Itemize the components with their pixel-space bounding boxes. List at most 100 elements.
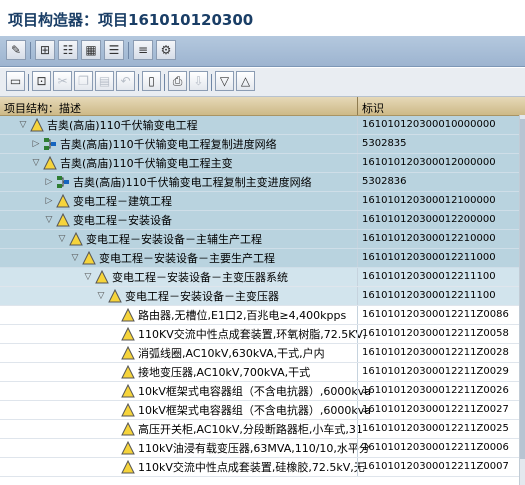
export-icon[interactable]: ⇩	[189, 71, 208, 91]
column-header-id[interactable]: 标识	[362, 100, 384, 116]
wbs-element-icon	[121, 308, 135, 322]
collapse-arrow-icon[interactable]: ▽	[96, 291, 106, 301]
column-divider	[357, 306, 358, 324]
tree-row[interactable]: 110kV油浸有载变压器,63MVA,110/10,水平分 16101012030…	[0, 439, 519, 458]
tree-row[interactable]: ▽ 吉奥(高庙)110千伏输变电工程 161010120300010000000	[0, 116, 519, 135]
node-description: 10kV框架式电容器组（不含电抗器）,6000kva	[138, 404, 372, 417]
create-icon[interactable]: ⊡	[32, 71, 51, 91]
tree-row[interactable]: ▷ 吉奥(高庙)110千伏输变电工程复制进度网络 5302835	[0, 135, 519, 154]
separator	[28, 74, 29, 91]
column-divider	[357, 268, 358, 286]
tree-node[interactable]: ▽ 变电工程－安装设备	[44, 211, 172, 229]
tree-row[interactable]: 接地变压器,AC10kV,700kVA,干式 161010120300012211…	[0, 363, 519, 382]
cut-icon[interactable]: ✂	[53, 71, 72, 91]
tree-node[interactable]: 10kV框架式电容器组（不含电抗器）,6000kva	[109, 401, 371, 419]
delete-icon[interactable]: ▯	[142, 71, 161, 91]
collapse-arrow-icon[interactable]: ▽	[57, 234, 67, 244]
node-identifier: 161010120300010000000	[362, 119, 496, 130]
title-bar: 项目构造器：项目161010120300	[0, 0, 525, 36]
tree-node[interactable]: ▷ 变电工程－建筑工程	[44, 192, 172, 210]
sort-icon[interactable]: △	[236, 71, 255, 91]
tree-node[interactable]: 110kV交流中性点成套装置,硅橡胶,72.5kV,无	[109, 458, 365, 476]
tree-row[interactable]: 110kV交流中性点成套装置,硅橡胶,72.5kV,无 1610101203000…	[0, 458, 519, 477]
tree-row[interactable]: 路由器,无槽位,E1口2,百兆电≥4,400kpps 16101012030001…	[0, 306, 519, 325]
wbs-element-icon	[121, 441, 135, 455]
tree-node[interactable]: 高压开关柜,AC10kV,分段断路器柜,小车式,31	[109, 420, 363, 438]
tree-node[interactable]: ▽ 变电工程－安装设备－主变压器	[96, 287, 279, 305]
tree-node[interactable]: ▽ 变电工程－安装设备－主变压器系统	[83, 268, 288, 286]
undo-icon[interactable]: ↶	[116, 71, 135, 91]
window-title: 项目构造器：项目161010120300	[8, 11, 254, 29]
node-identifier: 161010120300012211100	[362, 271, 496, 282]
column-divider	[357, 192, 358, 210]
node-description: 110kV油浸有载变压器,63MVA,110/10,水平分	[138, 442, 370, 455]
column-divider	[357, 287, 358, 305]
column-divider	[357, 116, 358, 134]
tree-node[interactable]: ▽ 变电工程－安装设备－主辅生产工程	[57, 230, 262, 248]
tree-node[interactable]: 10kV框架式电容器组（不含电抗器）,6000kva	[109, 382, 371, 400]
document-icon[interactable]: ≡	[133, 40, 153, 60]
tree-node[interactable]: 接地变压器,AC10kV,700kVA,干式	[109, 363, 310, 381]
column-divider[interactable]	[357, 97, 358, 115]
tree-node[interactable]: 消弧线圈,AC10kV,630kVA,干式,户内	[109, 344, 325, 362]
grid-icon[interactable]: ▦	[81, 40, 101, 60]
tree-row[interactable]: ▽ 变电工程－安装设备 161010120300012200000	[0, 211, 519, 230]
tree-row[interactable]: ▷ 变电工程－建筑工程 161010120300012100000	[0, 192, 519, 211]
tree-node[interactable]: ▷ 吉奥(高庙)110千伏输变电工程复制主变进度网络	[44, 173, 312, 191]
tree-row[interactable]: ▽ 吉奥(高庙)110千伏输变电工程主变 161010120300012000000	[0, 154, 519, 173]
tree-row[interactable]: 10kV框架式电容器组（不含电抗器）,6000kva 16101012030001…	[0, 382, 519, 401]
tree-node[interactable]: ▷ 吉奥(高庙)110千伏输变电工程复制进度网络	[31, 135, 277, 153]
settings-icon[interactable]: ⚙	[156, 40, 176, 60]
wbs-element-icon	[121, 422, 135, 436]
node-identifier: 161010120300012211Z0026	[362, 385, 509, 396]
tree-node[interactable]: 110KV交流中性点成套装置,环氧树脂,72.5KV,	[109, 325, 366, 343]
node-identifier: 161010120300012211Z0086	[362, 309, 509, 320]
print-icon[interactable]: ⎙	[168, 71, 187, 91]
vertical-scrollbar[interactable]	[519, 115, 525, 485]
node-description: 吉奥(高庙)110千伏输变电工程	[47, 119, 198, 132]
scrollbar-thumb[interactable]	[520, 119, 525, 459]
filter-icon[interactable]: ▽	[215, 71, 234, 91]
node-identifier: 161010120300012211100	[362, 290, 496, 301]
collapse-arrow-icon[interactable]: ▽	[83, 272, 93, 282]
tree-header: 项目结构：描述 标识	[0, 97, 525, 116]
collapse-arrow-icon[interactable]: ▽	[31, 158, 41, 168]
node-identifier: 161010120300012211Z0025	[362, 423, 509, 434]
tree-row[interactable]: 10kV框架式电容器组（不含电抗器）,6000kva 16101012030001…	[0, 401, 519, 420]
project-icon[interactable]: ☷	[58, 40, 78, 60]
edit-icon[interactable]: ✎	[6, 40, 26, 60]
expand-arrow-icon[interactable]: ▷	[44, 177, 54, 187]
list-icon[interactable]: ☰	[104, 40, 124, 60]
tree-node[interactable]: ▽ 吉奥(高庙)110千伏输变电工程主变	[31, 154, 233, 172]
expand-arrow-icon[interactable]: ▷	[44, 196, 54, 206]
open-icon[interactable]: ▭	[6, 71, 25, 91]
column-header-description[interactable]: 项目结构：描述	[4, 100, 81, 116]
tree-node[interactable]: ▽ 变电工程－安装设备－主要生产工程	[70, 249, 275, 267]
collapse-arrow-icon[interactable]: ▽	[70, 253, 80, 263]
tree-row[interactable]: ▷ 吉奥(高庙)110千伏输变电工程复制主变进度网络 5302836	[0, 173, 519, 192]
separator	[211, 74, 212, 91]
paste-icon[interactable]: ▤	[95, 71, 114, 91]
collapse-arrow-icon[interactable]: ▽	[18, 120, 28, 130]
tree-node[interactable]: ▽ 吉奥(高庙)110千伏输变电工程	[18, 116, 198, 134]
column-divider	[357, 344, 358, 362]
node-identifier: 161010120300012211Z0006	[362, 442, 509, 453]
collapse-arrow-icon[interactable]: ▽	[44, 215, 54, 225]
copy-icon[interactable]: ❐	[74, 71, 93, 91]
tree-row[interactable]: ▽ 变电工程－安装设备－主变压器系统 161010120300012211100	[0, 268, 519, 287]
tree-node[interactable]: 路由器,无槽位,E1口2,百兆电≥4,400kpps	[109, 306, 346, 324]
node-description: 110kV交流中性点成套装置,硅橡胶,72.5kV,无	[138, 461, 365, 474]
tree-row[interactable]: ▽ 变电工程－安装设备－主辅生产工程 161010120300012210000	[0, 230, 519, 249]
expand-arrow-icon[interactable]: ▷	[31, 139, 41, 149]
separator	[164, 74, 165, 91]
tree-row[interactable]: ▽ 变电工程－安装设备－主要生产工程 161010120300012211000	[0, 249, 519, 268]
node-identifier: 161010120300012211Z0058	[362, 328, 509, 339]
tree-node[interactable]: 110kV油浸有载变压器,63MVA,110/10,水平分	[109, 439, 370, 457]
tree-row[interactable]: 高压开关柜,AC10kV,分段断路器柜,小车式,31 16101012030001…	[0, 420, 519, 439]
column-divider	[357, 249, 358, 267]
tree-row[interactable]: 消弧线圈,AC10kV,630kVA,干式,户内 1610101203000122…	[0, 344, 519, 363]
structure-icon[interactable]: ⊞	[35, 40, 55, 60]
wbs-element-icon	[121, 365, 135, 379]
tree-row[interactable]: ▽ 变电工程－安装设备－主变压器 161010120300012211100	[0, 287, 519, 306]
tree-row[interactable]: 110KV交流中性点成套装置,环氧树脂,72.5KV, 1610101203000…	[0, 325, 519, 344]
